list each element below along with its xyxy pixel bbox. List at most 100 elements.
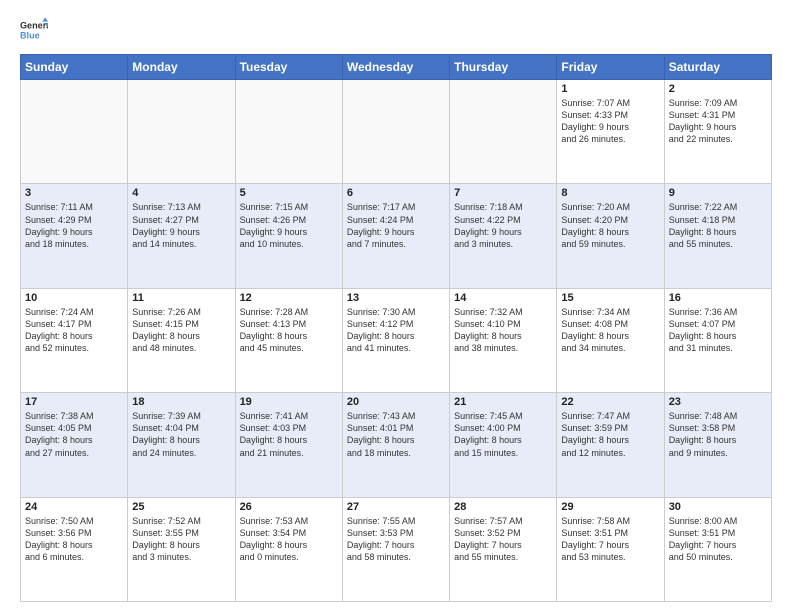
calendar-cell: 9Sunrise: 7:22 AM Sunset: 4:18 PM Daylig… xyxy=(664,184,771,288)
weekday-friday: Friday xyxy=(557,55,664,80)
day-number: 25 xyxy=(132,501,230,513)
calendar-cell: 4 Sunrise: 7:13 AM Sunset: 4:27 PM Daylig… xyxy=(128,184,235,288)
day-info: Sunrise: 7:28 AM Sunset: 4:13 PM Dayligh… xyxy=(240,306,338,355)
calendar-cell: 8 Sunrise: 7:20 AM Sunset: 4:20 PM Daylig… xyxy=(557,184,664,288)
day-number: 12 xyxy=(240,292,338,304)
page: General Blue SundayMondayTuesdayWednesda… xyxy=(0,0,792,612)
calendar-cell xyxy=(128,80,235,184)
day-info: Sunrise: 7:41 AM Sunset: 4:03 PM Dayligh… xyxy=(240,410,338,459)
weekday-wednesday: Wednesday xyxy=(342,55,449,80)
svg-text:Blue: Blue xyxy=(20,30,40,40)
day-number: 7 xyxy=(454,187,552,199)
day-number: 22 xyxy=(561,396,659,408)
day-info: Sunrise: 7:18 AM Sunset: 4:22 PM Dayligh… xyxy=(454,201,552,250)
day-info: Sunrise: 7:15 AM Sunset: 4:26 PM Dayligh… xyxy=(240,201,338,250)
calendar-row-0: 1 Sunrise: 7:07 AM Sunset: 4:33 PM Daylig… xyxy=(21,80,772,184)
day-number: 29 xyxy=(561,501,659,513)
calendar-cell: 15Sunrise: 7:34 AM Sunset: 4:08 PM Dayli… xyxy=(557,288,664,392)
calendar-cell: 21Sunrise: 7:45 AM Sunset: 4:00 PM Dayli… xyxy=(450,393,557,497)
day-info: Sunrise: 7:32 AM Sunset: 4:10 PM Dayligh… xyxy=(454,306,552,355)
calendar-cell: 6 Sunrise: 7:17 AM Sunset: 4:24 PM Daylig… xyxy=(342,184,449,288)
calendar-cell: 5 Sunrise: 7:15 AM Sunset: 4:26 PM Daylig… xyxy=(235,184,342,288)
calendar-cell: 29 Sunrise: 7:58 AM Sunset: 3:51 PM Dayli… xyxy=(557,497,664,601)
day-number: 24 xyxy=(25,501,123,513)
calendar-cell: 12 Sunrise: 7:28 AM Sunset: 4:13 PM Dayli… xyxy=(235,288,342,392)
calendar-cell: 1 Sunrise: 7:07 AM Sunset: 4:33 PM Daylig… xyxy=(557,80,664,184)
calendar-table: SundayMondayTuesdayWednesdayThursdayFrid… xyxy=(20,54,772,602)
calendar-cell xyxy=(21,80,128,184)
weekday-tuesday: Tuesday xyxy=(235,55,342,80)
day-info: Sunrise: 7:09 AM Sunset: 4:31 PM Dayligh… xyxy=(669,97,767,146)
day-info: Sunrise: 7:30 AM Sunset: 4:12 PM Dayligh… xyxy=(347,306,445,355)
calendar-cell: 10 Sunrise: 7:24 AM Sunset: 4:17 PM Dayli… xyxy=(21,288,128,392)
day-info: Sunrise: 7:20 AM Sunset: 4:20 PM Dayligh… xyxy=(561,201,659,250)
day-number: 4 xyxy=(132,187,230,199)
day-info: Sunrise: 8:00 AM Sunset: 3:51 PM Dayligh… xyxy=(669,515,767,564)
logo: General Blue xyxy=(20,16,48,44)
day-number: 30 xyxy=(669,501,767,513)
day-number: 20 xyxy=(347,396,445,408)
day-info: Sunrise: 7:36 AM Sunset: 4:07 PM Dayligh… xyxy=(669,306,767,355)
day-info: Sunrise: 7:24 AM Sunset: 4:17 PM Dayligh… xyxy=(25,306,123,355)
calendar-cell: 27 Sunrise: 7:55 AM Sunset: 3:53 PM Dayli… xyxy=(342,497,449,601)
day-number: 19 xyxy=(240,396,338,408)
day-info: Sunrise: 7:47 AM Sunset: 3:59 PM Dayligh… xyxy=(561,410,659,459)
calendar-row-3: 17 Sunrise: 7:38 AM Sunset: 4:05 PM Dayli… xyxy=(21,393,772,497)
day-info: Sunrise: 7:58 AM Sunset: 3:51 PM Dayligh… xyxy=(561,515,659,564)
calendar-cell xyxy=(235,80,342,184)
day-info: Sunrise: 7:34 AM Sunset: 4:08 PM Dayligh… xyxy=(561,306,659,355)
calendar-cell: 7 Sunrise: 7:18 AM Sunset: 4:22 PM Daylig… xyxy=(450,184,557,288)
day-info: Sunrise: 7:11 AM Sunset: 4:29 PM Dayligh… xyxy=(25,201,123,250)
calendar-cell: 17 Sunrise: 7:38 AM Sunset: 4:05 PM Dayli… xyxy=(21,393,128,497)
calendar-cell xyxy=(342,80,449,184)
day-number: 27 xyxy=(347,501,445,513)
calendar-cell: 26 Sunrise: 7:53 AM Sunset: 3:54 PM Dayli… xyxy=(235,497,342,601)
weekday-sunday: Sunday xyxy=(21,55,128,80)
day-info: Sunrise: 7:52 AM Sunset: 3:55 PM Dayligh… xyxy=(132,515,230,564)
calendar-cell: 3Sunrise: 7:11 AM Sunset: 4:29 PM Daylig… xyxy=(21,184,128,288)
day-info: Sunrise: 7:38 AM Sunset: 4:05 PM Dayligh… xyxy=(25,410,123,459)
day-info: Sunrise: 7:43 AM Sunset: 4:01 PM Dayligh… xyxy=(347,410,445,459)
calendar-cell: 11Sunrise: 7:26 AM Sunset: 4:15 PM Dayli… xyxy=(128,288,235,392)
calendar-cell: 22 Sunrise: 7:47 AM Sunset: 3:59 PM Dayli… xyxy=(557,393,664,497)
calendar-row-4: 24 Sunrise: 7:50 AM Sunset: 3:56 PM Dayli… xyxy=(21,497,772,601)
calendar-cell: 25 Sunrise: 7:52 AM Sunset: 3:55 PM Dayli… xyxy=(128,497,235,601)
svg-text:General: General xyxy=(20,21,48,31)
weekday-header-row: SundayMondayTuesdayWednesdayThursdayFrid… xyxy=(21,55,772,80)
day-number: 8 xyxy=(561,187,659,199)
weekday-monday: Monday xyxy=(128,55,235,80)
day-info: Sunrise: 7:26 AM Sunset: 4:15 PM Dayligh… xyxy=(132,306,230,355)
day-number: 28 xyxy=(454,501,552,513)
day-number: 18 xyxy=(132,396,230,408)
day-info: Sunrise: 7:50 AM Sunset: 3:56 PM Dayligh… xyxy=(25,515,123,564)
day-number: 1 xyxy=(561,83,659,95)
calendar-row-1: 3Sunrise: 7:11 AM Sunset: 4:29 PM Daylig… xyxy=(21,184,772,288)
calendar-cell: 20 Sunrise: 7:43 AM Sunset: 4:01 PM Dayli… xyxy=(342,393,449,497)
weekday-thursday: Thursday xyxy=(450,55,557,80)
day-number: 14 xyxy=(454,292,552,304)
day-info: Sunrise: 7:53 AM Sunset: 3:54 PM Dayligh… xyxy=(240,515,338,564)
day-number: 26 xyxy=(240,501,338,513)
calendar-cell: 18 Sunrise: 7:39 AM Sunset: 4:04 PM Dayli… xyxy=(128,393,235,497)
calendar-cell: 23 Sunrise: 7:48 AM Sunset: 3:58 PM Dayli… xyxy=(664,393,771,497)
header: General Blue xyxy=(20,16,772,44)
day-number: 21 xyxy=(454,396,552,408)
day-info: Sunrise: 7:57 AM Sunset: 3:52 PM Dayligh… xyxy=(454,515,552,564)
day-number: 5 xyxy=(240,187,338,199)
calendar-cell: 2 Sunrise: 7:09 AM Sunset: 4:31 PM Daylig… xyxy=(664,80,771,184)
day-info: Sunrise: 7:13 AM Sunset: 4:27 PM Dayligh… xyxy=(132,201,230,250)
calendar-cell: 14 Sunrise: 7:32 AM Sunset: 4:10 PM Dayli… xyxy=(450,288,557,392)
logo-icon: General Blue xyxy=(20,16,48,44)
day-number: 17 xyxy=(25,396,123,408)
day-number: 10 xyxy=(25,292,123,304)
day-number: 6 xyxy=(347,187,445,199)
day-info: Sunrise: 7:17 AM Sunset: 4:24 PM Dayligh… xyxy=(347,201,445,250)
day-info: Sunrise: 7:07 AM Sunset: 4:33 PM Dayligh… xyxy=(561,97,659,146)
day-info: Sunrise: 7:39 AM Sunset: 4:04 PM Dayligh… xyxy=(132,410,230,459)
calendar-cell: 28 Sunrise: 7:57 AM Sunset: 3:52 PM Dayli… xyxy=(450,497,557,601)
day-number: 23 xyxy=(669,396,767,408)
day-info: Sunrise: 7:48 AM Sunset: 3:58 PM Dayligh… xyxy=(669,410,767,459)
day-info: Sunrise: 7:55 AM Sunset: 3:53 PM Dayligh… xyxy=(347,515,445,564)
calendar-cell: 16Sunrise: 7:36 AM Sunset: 4:07 PM Dayli… xyxy=(664,288,771,392)
day-number: 2 xyxy=(669,83,767,95)
